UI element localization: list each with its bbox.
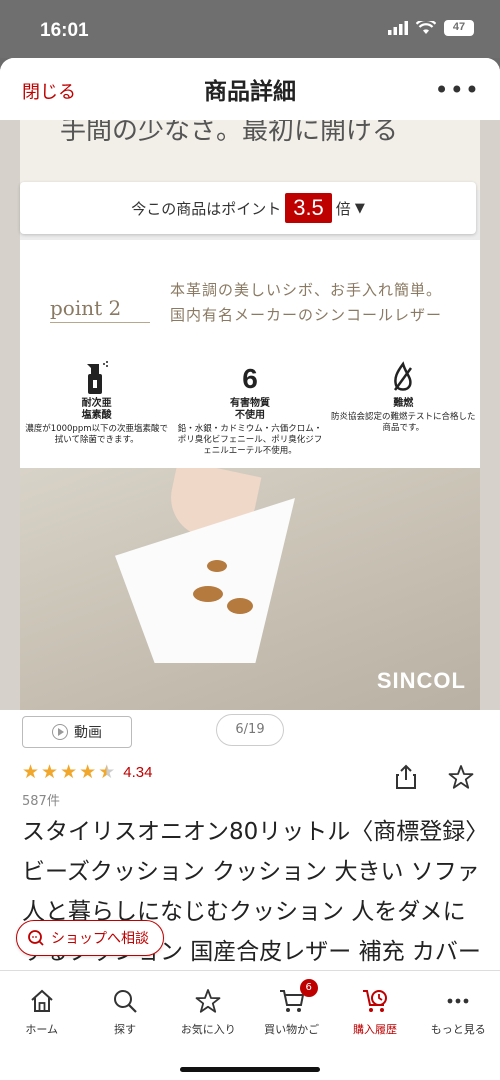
tab-favorites[interactable]: お気に入り: [167, 971, 250, 1080]
half-star-icon: ★: [98, 761, 116, 783]
feature-title-line: 不使用: [234, 410, 265, 421]
feature-description: 鉛・水銀・カドミウム・六価クロム・ポリ臭化ビフェニール、ポリ臭化ジフェニルエーテ…: [177, 424, 323, 456]
tab-home[interactable]: ホーム: [0, 971, 83, 1080]
video-button[interactable]: 動画: [22, 716, 132, 748]
bottom-tab-bar: ホーム 探す お気に入り 6 買い物かご 購入履歴 もっと見る: [0, 970, 500, 1080]
point-heading: point 2 本革調の美しいシボ、お手入れ簡単。 国内有名メーカーのシンコール…: [20, 278, 480, 338]
status-time: 16:01: [40, 20, 89, 41]
tab-label: もっと見る: [430, 1023, 486, 1036]
gallery-prev-peek: [0, 120, 20, 710]
points-multiplier: 3.5: [285, 193, 332, 223]
rating-stars[interactable]: ★ ★ ★ ★ ★ 4.34: [22, 762, 152, 782]
share-icon[interactable]: [394, 764, 418, 794]
tab-label: 購入履歴: [352, 1023, 397, 1036]
feature-item: 難燃 防炎協会認定の難燃テストに合格した商品です。: [328, 358, 478, 468]
gallery-next-peek: [480, 120, 500, 710]
gallery-slide: point 2 本革調の美しいシボ、お手入れ簡単。 国内有名メーカーのシンコール…: [20, 240, 480, 710]
point-headline: 本革調の美しいシボ、お手入れ簡単。 国内有名メーカーのシンコールレザー: [170, 278, 442, 328]
status-icons: 47: [388, 20, 474, 36]
stain-mark: [227, 598, 253, 614]
battery-indicator: 47: [444, 20, 474, 36]
tab-search[interactable]: 探す: [83, 971, 166, 1080]
tab-cart[interactable]: 6 買い物かご: [250, 971, 333, 1080]
rating-value: 4.34: [123, 763, 153, 781]
video-button-label: 動画: [74, 725, 102, 741]
headline-line-1: 本革調の美しいシボ、お手入れ簡単。: [170, 281, 443, 299]
more-options-button[interactable]: •••: [435, 76, 480, 104]
feature-description: 防炎協会認定の難燃テストに合格した商品です。: [331, 412, 476, 433]
caret-down-icon: ▼: [354, 200, 365, 216]
headline-line-2: 国内有名メーカーのシンコールレザー: [170, 306, 443, 324]
feature-description: 濃度が1000ppm以下の次亜塩素酸で拭いて除菌できます。: [25, 424, 169, 445]
gallery-page-counter: 6/19: [216, 714, 284, 746]
tab-purchase-history[interactable]: 購入履歴: [333, 971, 416, 1080]
feature-title: 有害物質 不使用: [175, 398, 325, 422]
tab-label: 探す: [113, 1023, 136, 1036]
feature-title-line: 難燃: [393, 398, 414, 409]
feature-title-line: 耐次亜: [81, 398, 112, 409]
chat-icon: [28, 930, 44, 946]
points-prefix: 今この商品はポイント: [131, 199, 282, 218]
previous-slide-strip: 手間の少なさ。最初に開ける: [20, 120, 480, 190]
star-icon: [167, 985, 250, 1017]
tab-label: ホーム: [25, 1023, 58, 1036]
product-detail-sheet: 閉じる 商品詳細 ••• 手間の少なさ。最初に開ける 今この商品はポイント 3.…: [0, 58, 500, 1080]
page-title: 商品詳細: [204, 79, 296, 105]
feature-title-line: 塩素酸: [81, 410, 112, 421]
feature-item: 耐次亜 塩素酸 濃度が1000ppm以下の次亜塩素酸で拭いて除菌できます。: [22, 358, 172, 468]
svg-text:6: 6: [242, 363, 258, 394]
feature-title: 難燃: [328, 398, 478, 410]
flame-retardant-icon: [328, 358, 478, 398]
tab-more[interactable]: もっと見る: [417, 971, 500, 1080]
feature-title: 耐次亜 塩素酸: [22, 398, 172, 422]
signal-icon: [388, 21, 408, 35]
star-icon: ★: [79, 761, 97, 783]
previous-slide-text: 手間の少なさ。最初に開ける: [60, 120, 399, 146]
point-label: point 2: [50, 296, 122, 320]
review-count[interactable]: 587件: [22, 790, 60, 809]
stain-mark: [193, 586, 223, 602]
spray-bottle-icon: [22, 358, 172, 398]
wifi-icon: [416, 21, 436, 34]
feature-title-line: 有害物質: [229, 398, 270, 409]
cart-badge: 6: [299, 979, 318, 997]
points-suffix: 倍: [335, 199, 351, 218]
point-divider: [50, 322, 150, 323]
tab-label: 買い物かご: [264, 1023, 320, 1036]
nav-header: 閉じる 商品詳細 •••: [0, 58, 500, 120]
shop-consult-button[interactable]: ショップへ相談: [16, 920, 164, 956]
status-bar: 16:01 47: [0, 0, 500, 58]
brand-logo: SINCOL: [376, 668, 466, 693]
star-icon: ★: [41, 761, 59, 783]
six-icon: 6: [175, 358, 325, 398]
feature-list: 耐次亜 塩素酸 濃度が1000ppm以下の次亜塩素酸で拭いて除菌できます。 6 有…: [20, 358, 480, 468]
points-banner[interactable]: 今この商品はポイント 3.5 倍 ▼: [20, 182, 476, 234]
star-icon: ★: [22, 761, 40, 783]
history-icon: [333, 985, 416, 1017]
media-row: 動画 6/19: [0, 710, 500, 754]
home-indicator[interactable]: [180, 1067, 320, 1072]
play-icon: [52, 724, 68, 740]
tab-label: お気に入り: [180, 1023, 236, 1036]
feature-item: 6 有害物質 不使用 鉛・水銀・カドミウム・六価クロム・ポリ臭化ビフェニール、ポリ…: [175, 358, 325, 468]
product-photo: SINCOL: [20, 468, 480, 710]
shop-consult-label: ショップへ相談: [51, 931, 149, 947]
more-icon: [417, 985, 500, 1017]
favorite-icon[interactable]: [448, 764, 474, 794]
cart-icon: [250, 985, 333, 1017]
search-icon: [83, 985, 166, 1017]
home-icon: [0, 985, 83, 1017]
stain-mark: [207, 560, 227, 572]
star-icon: ★: [60, 761, 78, 783]
image-gallery[interactable]: 手間の少なさ。最初に開ける 今この商品はポイント 3.5 倍 ▼ point 2…: [0, 120, 500, 710]
